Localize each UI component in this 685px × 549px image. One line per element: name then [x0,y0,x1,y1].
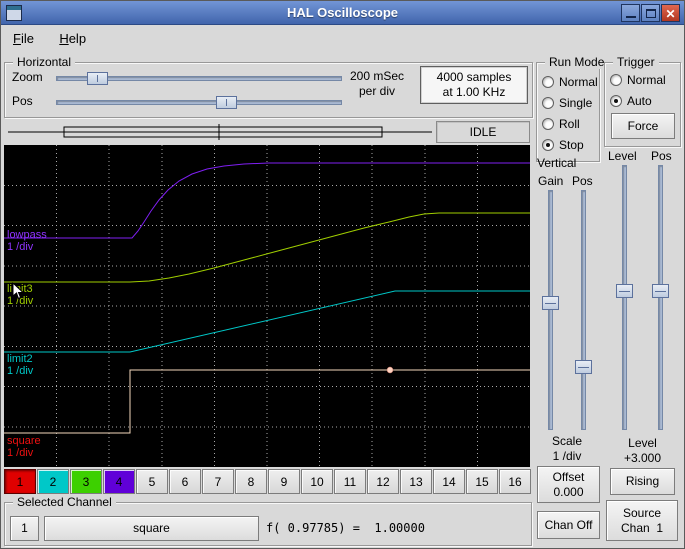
trigger-radio-auto[interactable]: Auto [610,90,666,111]
vertical-pos-label: Pos [572,174,593,188]
vertical-pos-slider[interactable] [575,190,592,430]
trigger-frame: Trigger Normal Auto Force [604,55,681,147]
radio-icon [542,75,554,88]
channel-button-15[interactable]: 15 [466,469,498,494]
trace-label-lowpass: lowpass 1 /div [7,229,47,253]
channel-button-1[interactable]: 1 [4,469,36,494]
channel-button-4[interactable]: 4 [103,469,135,494]
offset-button[interactable]: Offset 0.000 [537,466,600,503]
gain-slider-handle[interactable] [542,296,559,310]
app-window: HAL Oscilloscope ✕ File Help Horizontal … [0,0,685,549]
radio-icon [610,73,622,86]
maximize-icon [646,9,656,18]
radio-icon [542,96,554,109]
value-readout: f( 0.97785) = 1.00000 [266,521,425,535]
run-mode-radio-single[interactable]: Single [542,92,598,113]
status-text: IDLE [469,125,497,139]
minimize-icon [626,16,636,18]
vertical-pos-slider-trough[interactable] [581,190,586,430]
selected-channel-name-button[interactable]: square [44,516,259,541]
trigger-radio-label: Auto [627,93,652,108]
trigger-edge-button[interactable]: Rising [610,468,675,495]
trigger-level-slider[interactable] [616,165,633,430]
close-icon: ✕ [665,7,676,21]
channel-button-3[interactable]: 3 [70,469,102,494]
horizontal-frame: Horizontal Zoom Pos 200 mSec per div 400… [4,55,533,118]
scale-readout: Scale 1 /div [551,434,583,463]
gain-slider[interactable] [542,190,559,430]
channel-button-16[interactable]: 16 [499,469,531,494]
channel-button-8[interactable]: 8 [235,469,267,494]
trigger-pos-slider-handle[interactable] [652,284,669,298]
trigger-level-readout: Level +3.000 [623,436,662,465]
minimize-button[interactable] [621,4,640,22]
channel-button-10[interactable]: 10 [301,469,333,494]
radio-icon [610,94,622,107]
sample-rate-readout: 200 mSec per div [349,69,405,98]
record-position-bar [8,124,432,140]
horizontal-pos-slider-handle[interactable] [216,96,237,109]
trigger-source-button[interactable]: Source Chan 1 [606,500,678,541]
menu-file[interactable]: File [3,26,44,51]
zoom-slider-handle[interactable] [87,72,108,85]
gain-label: Gain [538,174,564,188]
run-mode-radio-stop[interactable]: Stop [542,134,598,155]
menubar: File Help [1,26,684,51]
run-mode-radio-label: Normal [559,74,598,89]
trace-label-limit2: limit2 1 /div [7,353,34,377]
scope-display: lowpass1 /divlimit31 /divlimit21 /divsqu… [4,145,530,467]
channel-button-row: 1 2 3 4 5 6 7 8 9 10 11 12 13 14 15 16 [4,469,531,494]
record-length-button[interactable]: 4000 samples at 1.00 KHz [420,66,528,104]
vertical-section-label: Vertical [537,156,577,170]
titlebar[interactable]: HAL Oscilloscope ✕ [1,1,684,25]
channel-button-14[interactable]: 14 [433,469,465,494]
vertical-pos-slider-handle[interactable] [575,360,592,374]
radio-icon [542,138,554,151]
horizontal-frame-label: Horizontal [13,55,76,69]
trigger-level-slider-handle[interactable] [616,284,633,298]
trigger-pos-slider[interactable] [652,165,669,430]
pos-label: Pos [12,94,33,108]
selected-channel-frame-label: Selected Channel [13,495,116,509]
selected-channel-frame: Selected Channel 1 square f( 0.97785) = … [4,495,532,546]
selected-channel-number-button[interactable]: 1 [10,516,39,541]
close-button[interactable]: ✕ [661,4,680,22]
trigger-pos-label: Pos [651,149,672,163]
zoom-label: Zoom [12,70,43,84]
run-mode-frame-label: Run Mode [545,55,609,69]
menu-help[interactable]: Help [49,26,96,51]
radio-icon [542,117,554,130]
run-mode-radio-label: Stop [559,137,584,152]
status-box: IDLE [436,121,530,143]
channel-button-12[interactable]: 12 [367,469,399,494]
trigger-level-label: Level [608,149,637,163]
run-mode-radio-normal[interactable]: Normal [542,71,598,92]
chan-off-button[interactable]: Chan Off [537,511,600,539]
run-mode-radio-label: Roll [559,116,580,131]
gain-slider-trough[interactable] [548,190,553,430]
trace-label-square: square 1 /div [7,435,41,459]
maximize-button[interactable] [641,4,660,22]
channel-button-13[interactable]: 13 [400,469,432,494]
run-mode-radio-label: Single [559,95,593,110]
horizontal-pos-slider[interactable] [56,96,342,109]
channel-button-7[interactable]: 7 [202,469,234,494]
mouse-cursor-icon [12,282,25,300]
trigger-radio-label: Normal [627,72,666,87]
window-title: HAL Oscilloscope [286,5,398,20]
trigger-radio-normal[interactable]: Normal [610,69,666,90]
trigger-frame-label: Trigger [613,55,659,69]
run-mode-radio-roll[interactable]: Roll [542,113,598,134]
channel-button-6[interactable]: 6 [169,469,201,494]
scope-plot [4,145,530,467]
zoom-slider[interactable] [56,72,342,85]
run-mode-frame: Run Mode Normal Single Roll Stop [536,55,609,162]
channel-button-11[interactable]: 11 [334,469,366,494]
channel-button-9[interactable]: 9 [268,469,300,494]
channel-button-2[interactable]: 2 [37,469,69,494]
horizontal-pos-slider-trough[interactable] [56,100,342,105]
force-button[interactable]: Force [611,113,675,139]
channel-button-5[interactable]: 5 [136,469,168,494]
